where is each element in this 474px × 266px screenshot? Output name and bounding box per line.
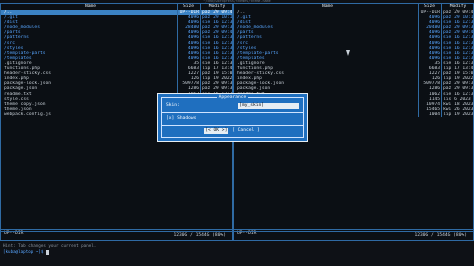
mouse-pointer-icon — [346, 50, 350, 56]
dialog-separator — [162, 112, 303, 113]
skin-label: Skin: — [166, 103, 180, 108]
cancel-button[interactable]: [ Cancel ] — [231, 128, 261, 134]
command-prompt[interactable]: [kuba@laptop ~]$ — [3, 249, 49, 255]
prompt-text: [kuba@laptop ~]$ — [3, 249, 44, 254]
hint-line: Hint: Tab changes your current panel. — [3, 243, 97, 248]
file-time: lip 19 2023 — [443, 111, 473, 117]
ok-button[interactable]: [< OK >] — [204, 128, 229, 134]
skin-row: Skin: [my_skin] — [166, 103, 299, 109]
dialog-separator — [162, 125, 303, 126]
skin-input[interactable]: [my_skin] — [238, 103, 299, 109]
disk-usage: 1230G / 1544G (80%) — [1, 231, 232, 240]
panel-divider — [234, 229, 473, 230]
file-name: webpack.config.js — [1, 111, 178, 117]
dialog-frame: Appearance Skin: [my_skin] [x] Shadows [… — [161, 95, 304, 138]
appearance-dialog: Appearance Skin: [my_skin] [x] Shadows [… — [157, 93, 308, 142]
panel-divider — [1, 229, 232, 230]
shadows-checkbox[interactable]: [x] Shadows — [166, 116, 196, 122]
dialog-buttons: [< OK >] [ Cancel ] — [162, 128, 303, 134]
disk-usage: 1230G / 1544G (80%) — [234, 231, 473, 240]
dialog-title: Appearance — [216, 95, 249, 100]
text-cursor — [45, 249, 49, 255]
file-size: 1004 — [419, 111, 442, 117]
